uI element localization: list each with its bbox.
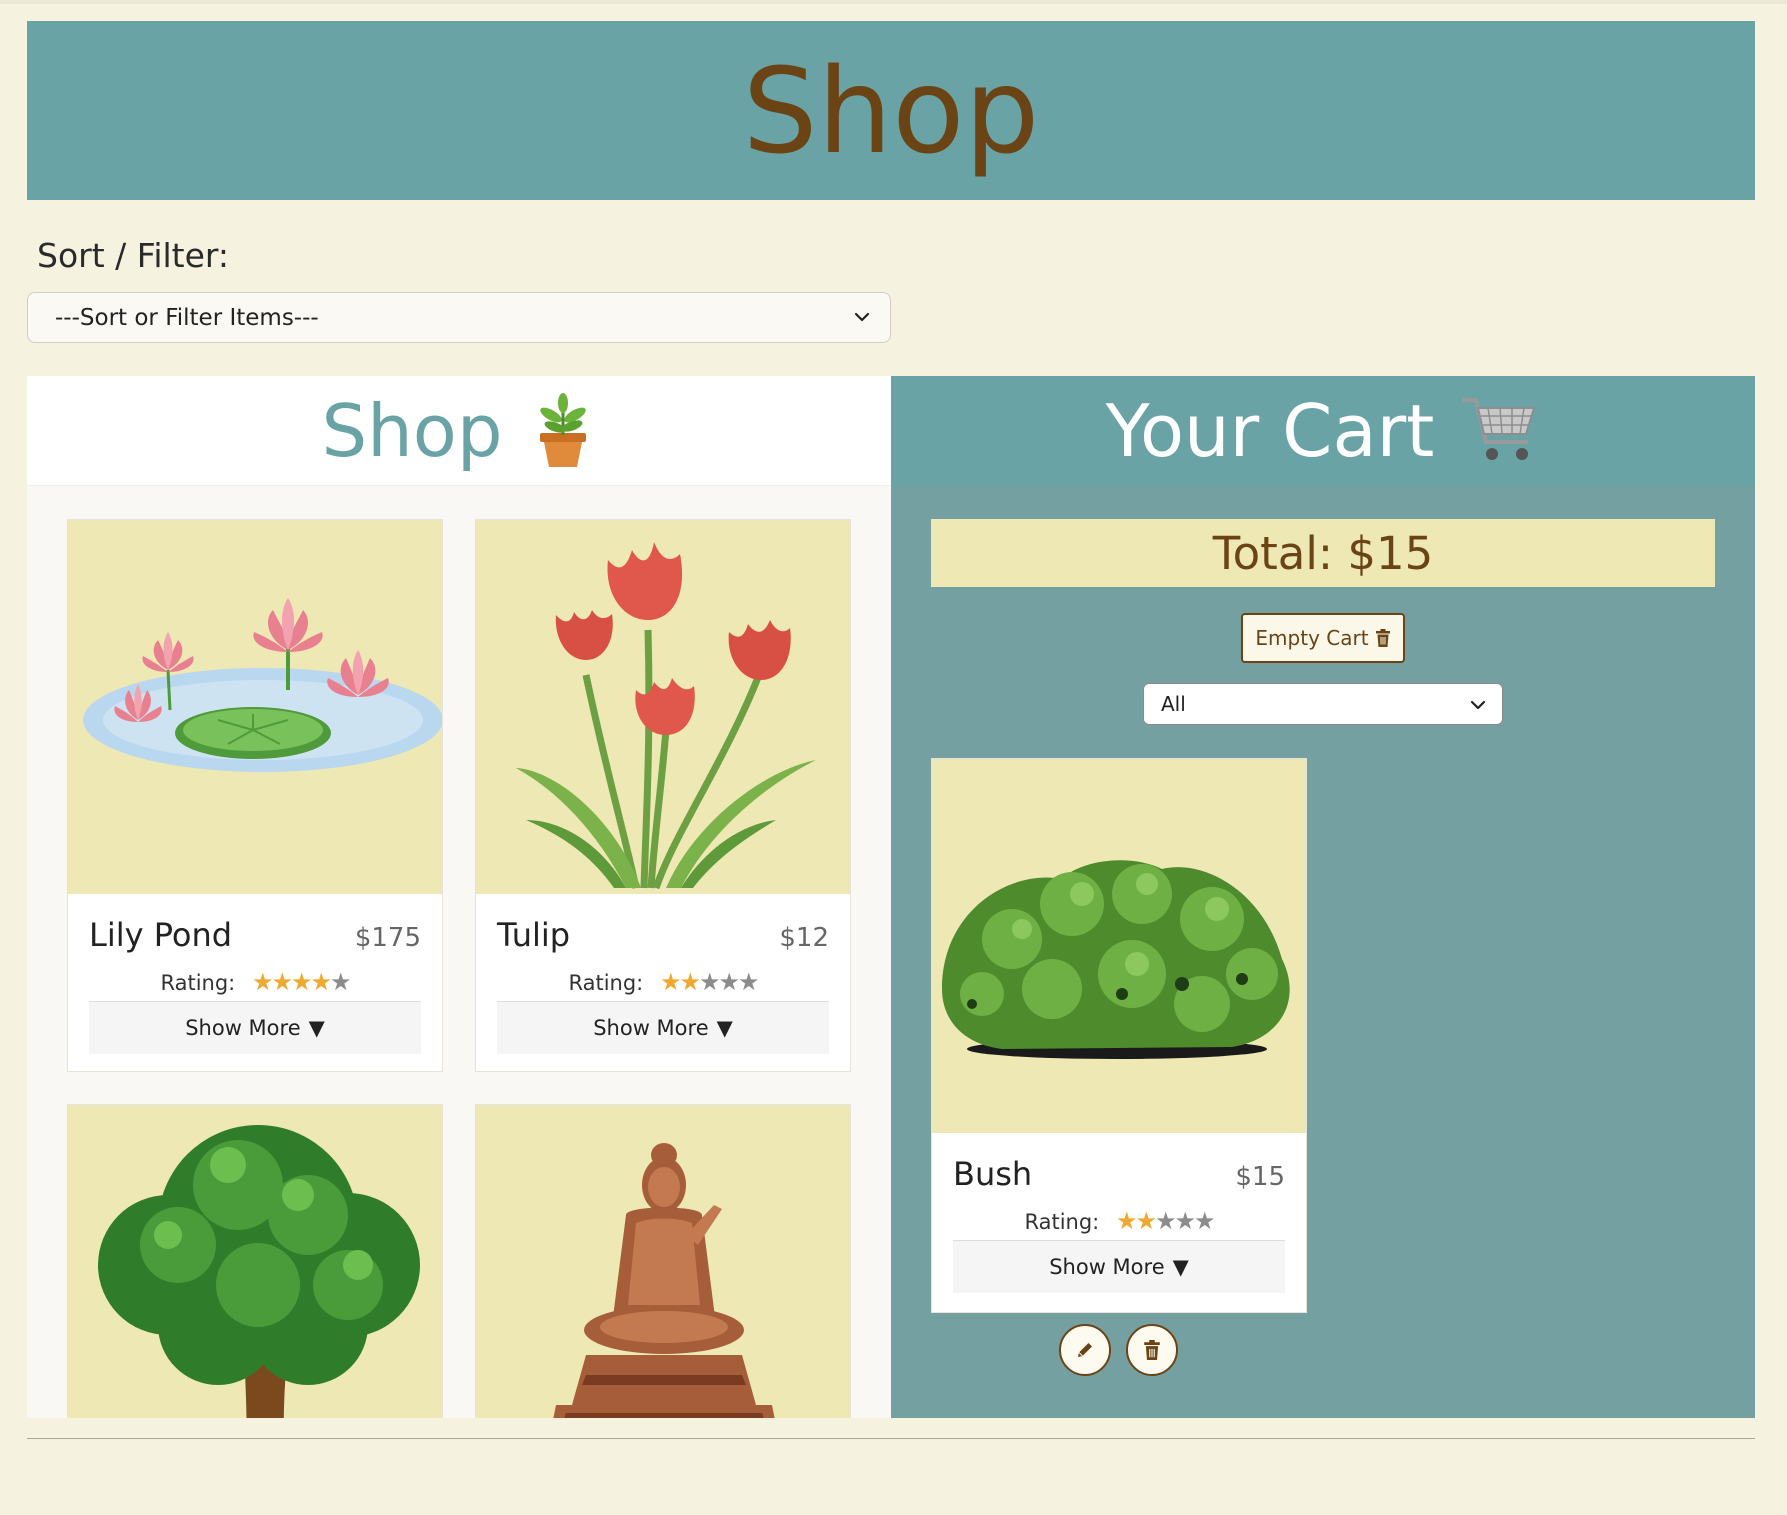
chevron-down-icon [1470,700,1486,710]
rating-label: Rating: [568,971,644,995]
cart-total: Total: $15 [931,519,1715,587]
item-price: $15 [1235,1162,1285,1192]
tulip-image [476,520,850,894]
trash-icon [1144,1340,1160,1360]
lily-pond-image [68,520,442,894]
sort-filter-select[interactable]: ---Sort or Filter Items--- [27,292,891,343]
delete-cart-item-button[interactable] [1126,1324,1178,1376]
page-title: Shop [742,41,1040,180]
show-more-label: Show More [593,1016,709,1040]
triangle-down-icon: ▼ [1172,1255,1189,1279]
item-rating: Rating: ★★★★★ [89,968,421,1002]
cart-panel: Your Cart Total: $15 Empty Cart All Bush… [891,376,1755,1418]
sort-filter-selected-value: ---Sort or Filter Items--- [55,304,319,331]
shop-panel-header: Shop [27,376,891,486]
trash-icon [1375,629,1390,647]
cart-filter-selected-value: All [1161,692,1186,716]
rating-stars: ★★★★★ [251,968,352,996]
item-name: Bush [953,1155,1033,1193]
item-rating: Rating: ★★★★★ [497,968,829,1002]
buddha-statue-image [476,1105,850,1418]
rating-label: Rating: [160,971,236,995]
shop-panel-title: Shop [321,388,503,473]
triangle-down-icon: ▼ [716,1016,733,1040]
show-more-button[interactable]: Show More ▼ [953,1241,1285,1293]
pencil-icon [1078,1343,1092,1357]
cart-panel-header: Your Cart [891,376,1755,486]
bush-image [932,759,1306,1133]
show-more-label: Show More [185,1016,301,1040]
cart-filter-select[interactable]: All [1143,683,1503,725]
shop-panel: Shop Lily Pond $175 Rating: ★★★★★ Show M… [27,376,891,1418]
empty-cart-label: Empty Cart [1255,626,1369,650]
item-name: Lily Pond [89,916,233,954]
item-name: Tulip [497,916,571,954]
empty-cart-button[interactable]: Empty Cart [1241,613,1405,663]
show-more-label: Show More [1049,1255,1165,1279]
item-price: $175 [354,923,421,953]
chevron-down-icon [854,312,870,322]
shopping-cart-icon [1462,398,1536,460]
cart-item-card: Bush $15 Rating: ★★★★★ Show More ▼ [931,758,1307,1313]
rating-label: Rating: [1024,1210,1100,1234]
rating-stars: ★★★★★ [659,968,760,996]
tree-image [68,1105,442,1418]
shop-item-card [475,1104,851,1418]
rating-stars: ★★★★★ [1115,1207,1216,1235]
sort-filter-label: Sort / Filter: [37,236,230,275]
item-rating: Rating: ★★★★★ [953,1207,1285,1241]
shop-item-card: Tulip $12 Rating: ★★★★★ Show More ▼ [475,519,851,1072]
triangle-down-icon: ▼ [308,1016,325,1040]
footer-divider [27,1438,1755,1439]
edit-cart-item-button[interactable] [1059,1324,1111,1376]
cart-panel-title: Your Cart [1105,389,1435,473]
page-banner: Shop [27,21,1755,200]
potted-plant-icon [539,392,586,467]
shop-item-card: Lily Pond $175 Rating: ★★★★★ Show More ▼ [67,519,443,1072]
show-more-button[interactable]: Show More ▼ [497,1002,829,1054]
show-more-button[interactable]: Show More ▼ [89,1002,421,1054]
top-edge [0,0,1787,4]
shop-item-card [67,1104,443,1418]
item-price: $12 [779,923,829,953]
